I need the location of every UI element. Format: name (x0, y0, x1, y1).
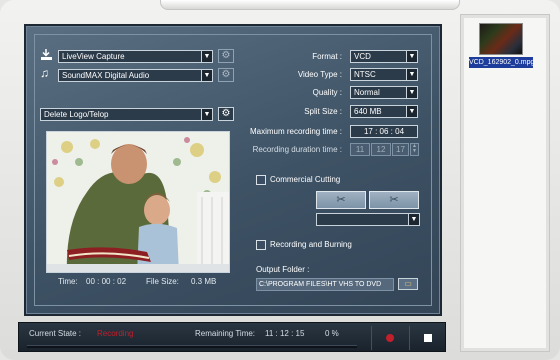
music-note-icon: ♫ (40, 66, 49, 80)
video-type-label: Video Type : (297, 70, 342, 79)
max-recording-time-value: 17 : 06 : 04 (350, 125, 418, 138)
elapsed-time-label: Time: (58, 277, 78, 286)
format-label: Format : (312, 52, 342, 61)
chevron-down-icon: ▼ (201, 109, 212, 120)
duration-seconds-field[interactable]: 17 (392, 143, 409, 156)
remaining-time-value: 11 : 12 : 15 (265, 329, 305, 338)
recording-progress-bar (27, 345, 357, 348)
chevron-down-icon: ▼ (406, 87, 417, 98)
remaining-time-label: Remaining Time: (195, 329, 256, 338)
split-size-label: Split Size : (304, 107, 342, 116)
recorded-files-panel: VCD_162902_0.mpg (460, 14, 550, 352)
file-thumbnail[interactable] (479, 23, 523, 55)
chevron-down-icon: ▼ (201, 51, 212, 62)
logo-filter-select[interactable]: Delete Logo/Telop ▼ (40, 108, 213, 121)
chevron-down-icon: ▼ (201, 70, 212, 81)
duration-spinner[interactable]: ▲ ▼ (410, 143, 419, 156)
file-size-value: 0.3 MB (191, 277, 217, 286)
output-folder-label: Output Folder : (256, 265, 310, 274)
audio-device-select[interactable]: SoundMAX Digital Audio ▼ (58, 69, 213, 82)
chevron-down-icon: ▼ (406, 69, 417, 80)
logo-settings-button[interactable]: ⚙ (218, 107, 234, 121)
cut-start-button[interactable]: ✂ (316, 191, 366, 209)
record-icon (385, 334, 394, 342)
video-capture-icon (40, 48, 53, 64)
cut-list-select[interactable]: ▼ (316, 213, 420, 226)
video-settings-button[interactable]: ⚙ (218, 49, 234, 63)
split-size-select[interactable]: 640 MB ▼ (350, 105, 418, 118)
video-preview (46, 131, 230, 273)
scissors-icon: ✂ (336, 194, 346, 206)
scissors-icon: ✂ (389, 194, 399, 206)
record-button[interactable] (371, 326, 407, 350)
stop-button[interactable] (409, 326, 445, 350)
preview-frame-image (47, 132, 229, 272)
quality-select[interactable]: Normal ▼ (350, 86, 418, 99)
chevron-down-icon: ▼ (406, 106, 417, 117)
commercial-cutting-label: Commercial Cutting (270, 175, 341, 184)
recording-burning-checkbox[interactable] (256, 240, 266, 250)
duration-hours-field[interactable]: 11 (350, 143, 370, 156)
progress-percent: 0 % (325, 329, 339, 338)
video-device-select[interactable]: LiveView Capture ▼ (58, 50, 213, 63)
status-bar: Current State : Recording Remaining Time… (18, 322, 446, 352)
window-top-handle (160, 0, 460, 10)
format-select[interactable]: VCD ▼ (350, 50, 418, 63)
chevron-down-icon: ▼ (408, 214, 419, 225)
duration-minutes-field[interactable]: 12 (371, 143, 391, 156)
video-type-select[interactable]: NTSC ▼ (350, 68, 418, 81)
browse-folder-button[interactable]: ▭ (398, 278, 418, 290)
stop-icon (423, 334, 432, 342)
current-state-value: Recording (97, 329, 134, 338)
quality-label: Quality : (312, 88, 342, 97)
chevron-down-icon: ▼ (406, 51, 417, 62)
elapsed-time-value: 00 : 00 : 02 (86, 277, 127, 286)
capture-panel: LiveView Capture ▼ ⚙ ♫ SoundMAX Digital … (24, 24, 442, 316)
folder-icon: ▭ (404, 279, 412, 288)
cut-end-button[interactable]: ✂ (369, 191, 419, 209)
current-state-label: Current State : (29, 329, 82, 338)
recording-burning-label: Recording and Burning (270, 240, 352, 249)
audio-settings-button[interactable]: ⚙ (218, 68, 234, 82)
file-size-label: File Size: (146, 277, 179, 286)
commercial-cutting-checkbox[interactable] (256, 175, 266, 185)
recording-duration-label: Recording duration time : (252, 145, 342, 154)
output-folder-path[interactable]: C:\PROGRAM FILES\HT VHS TO DVD (256, 278, 394, 291)
max-recording-time-label: Maximum recording time : (249, 127, 342, 136)
file-name[interactable]: VCD_162902_0.mpg (469, 57, 533, 68)
